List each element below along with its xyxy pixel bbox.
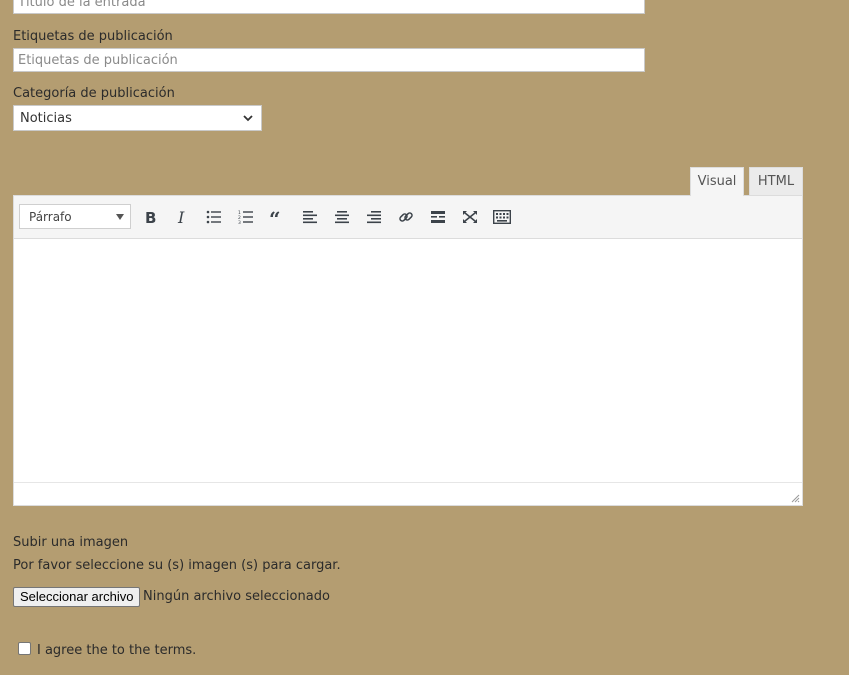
choose-file-button[interactable]: Seleccionar archivo xyxy=(13,587,141,607)
post-title-input[interactable] xyxy=(13,0,645,14)
format-select[interactable]: Párrafo xyxy=(19,204,131,229)
bullet-list-icon xyxy=(206,210,221,224)
numbered-list-icon: 1 2 3 xyxy=(238,210,253,224)
tags-input[interactable] xyxy=(13,48,645,72)
svg-text:B: B xyxy=(145,210,156,224)
terms-checkbox[interactable] xyxy=(18,642,31,655)
editor-statusbar xyxy=(14,482,802,505)
italic-icon: I xyxy=(177,210,185,224)
insert-link-button[interactable] xyxy=(394,206,418,228)
numbered-list-button[interactable]: 1 2 3 xyxy=(234,206,258,228)
fullscreen-button[interactable] xyxy=(458,206,482,228)
svg-text:“: “ xyxy=(270,210,281,224)
toolbar-toggle-icon xyxy=(493,210,511,224)
bullet-list-button[interactable] xyxy=(202,206,226,228)
file-status-text: Ningún archivo seleccionado xyxy=(143,589,330,604)
fullscreen-icon xyxy=(463,211,477,223)
upload-heading: Subir una imagen xyxy=(13,535,129,550)
category-select[interactable]: Noticias xyxy=(13,105,262,131)
upload-instructions: Por favor seleccione su (s) imagen (s) p… xyxy=(13,558,341,573)
align-center-button[interactable] xyxy=(330,206,354,228)
tab-html[interactable]: HTML xyxy=(749,167,803,196)
align-right-icon xyxy=(367,211,381,224)
dropdown-arrow-icon xyxy=(116,214,124,220)
chevron-down-icon xyxy=(243,115,253,122)
rich-text-editor: Párrafo B I 1 2 3 “ xyxy=(13,195,803,506)
resize-handle-icon[interactable] xyxy=(791,494,800,503)
blockquote-button[interactable]: “ xyxy=(266,206,290,228)
align-left-icon xyxy=(303,211,317,224)
terms-label: I agree the to the terms. xyxy=(37,643,197,658)
category-label: Categoría de publicación xyxy=(13,86,175,101)
category-selected-value: Noticias xyxy=(20,111,72,126)
read-more-icon xyxy=(431,211,445,223)
bold-button[interactable]: B xyxy=(138,206,162,228)
align-right-button[interactable] xyxy=(362,206,386,228)
svg-text:I: I xyxy=(177,210,185,224)
tags-label: Etiquetas de publicación xyxy=(13,29,173,44)
link-icon xyxy=(399,212,413,222)
svg-text:3: 3 xyxy=(238,220,241,224)
editor-toolbar: Párrafo B I 1 2 3 “ xyxy=(14,196,802,239)
format-selected-value: Párrafo xyxy=(29,210,72,224)
read-more-button[interactable] xyxy=(426,206,450,228)
toolbar-toggle-button[interactable] xyxy=(490,206,514,228)
tab-visual[interactable]: Visual xyxy=(690,167,744,196)
align-center-icon xyxy=(335,211,349,224)
editor-content-area[interactable] xyxy=(14,239,802,484)
blockquote-icon: “ xyxy=(270,210,281,224)
bold-icon: B xyxy=(145,210,156,224)
italic-button[interactable]: I xyxy=(170,206,194,228)
align-left-button[interactable] xyxy=(298,206,322,228)
